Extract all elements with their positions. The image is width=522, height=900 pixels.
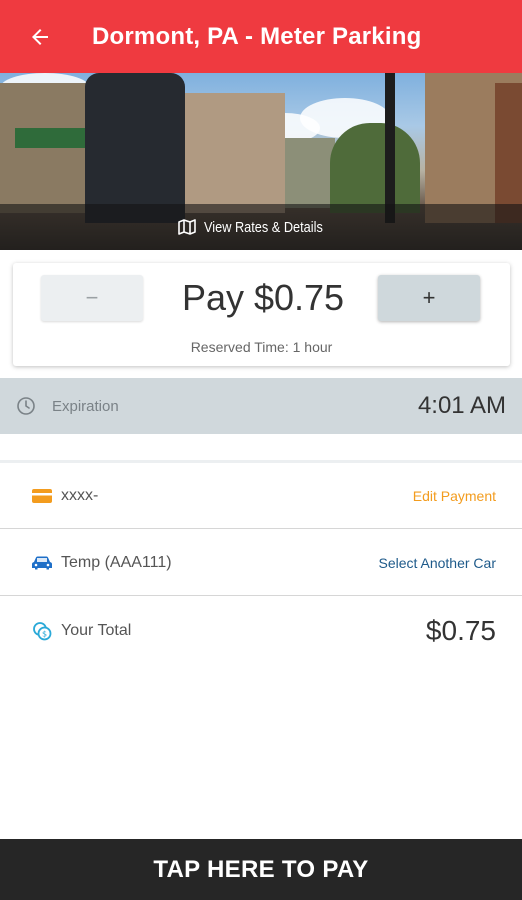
tap-to-pay-button[interactable]: TAP HERE TO PAY bbox=[0, 839, 522, 900]
back-button[interactable] bbox=[0, 0, 80, 73]
expiration-time: 4:01 AM bbox=[417, 392, 506, 419]
decrease-time-button[interactable]: − bbox=[41, 275, 143, 321]
reserved-time: Reserved Time: 1 hour bbox=[190, 339, 333, 355]
edit-payment-link[interactable]: Edit Payment bbox=[413, 488, 496, 504]
increase-time-button[interactable]: + bbox=[378, 275, 480, 321]
page-title: Dormont, PA - Meter Parking bbox=[92, 22, 422, 50]
view-rates-label: View Rates & Details bbox=[204, 218, 323, 236]
payment-row: xxxx- Edit Payment bbox=[0, 463, 522, 529]
map-icon bbox=[178, 219, 196, 235]
divider bbox=[0, 595, 522, 596]
select-another-car-link[interactable]: Select Another Car bbox=[378, 555, 496, 571]
expiration-label: Expiration bbox=[52, 397, 119, 415]
total-value: $0.75 bbox=[425, 615, 496, 646]
vehicle-row: Temp (AAA111) Select Another Car bbox=[0, 530, 522, 596]
clock-icon bbox=[17, 397, 35, 415]
pay-amount: Pay $0.75 bbox=[181, 277, 345, 318]
vehicle-plate: Temp (AAA111) bbox=[61, 554, 172, 571]
tap-to-pay-label: TAP HERE TO PAY bbox=[153, 855, 369, 883]
app-bar: Dormont, PA - Meter Parking bbox=[0, 0, 522, 73]
coins-icon: $ bbox=[31, 621, 53, 641]
pay-amount-card: − Pay $0.75 + Reserved Time: 1 hour bbox=[13, 263, 510, 366]
total-label: Your Total bbox=[61, 622, 132, 639]
total-row: $ Your Total $0.75 bbox=[0, 598, 522, 664]
divider bbox=[0, 528, 522, 529]
credit-card-icon bbox=[31, 486, 53, 506]
card-number: xxxx- bbox=[61, 487, 99, 504]
svg-text:$: $ bbox=[42, 630, 47, 639]
arrow-left-icon bbox=[32, 28, 48, 45]
location-photo: View Rates & Details bbox=[0, 73, 522, 250]
expiration-bar: Expiration 4:01 AM bbox=[0, 378, 522, 434]
view-rates-link[interactable]: View Rates & Details bbox=[0, 204, 522, 250]
car-icon bbox=[31, 553, 53, 573]
